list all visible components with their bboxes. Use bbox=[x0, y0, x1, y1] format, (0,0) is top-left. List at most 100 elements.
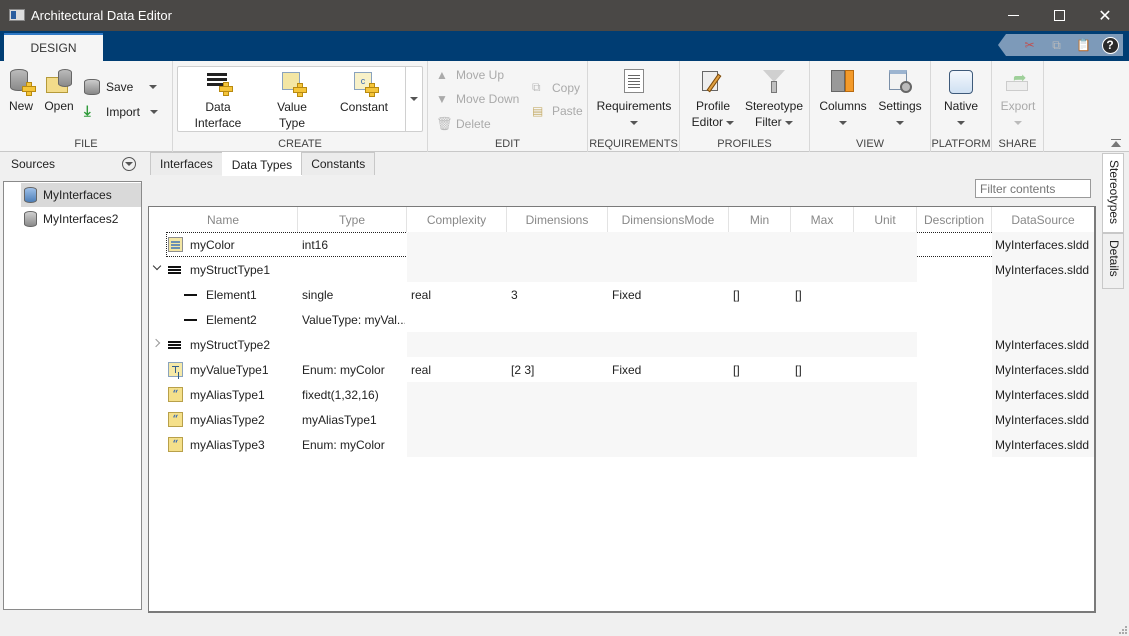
settings-button[interactable]: Settings bbox=[874, 69, 926, 130]
cell-complexity[interactable] bbox=[411, 407, 505, 432]
columns-button[interactable]: Columns bbox=[816, 69, 870, 130]
cell-max[interactable] bbox=[795, 232, 852, 257]
cell-data-source[interactable] bbox=[995, 282, 1094, 307]
cell-type[interactable]: Enum: myColor bbox=[302, 357, 405, 382]
cell-dimensions[interactable] bbox=[511, 332, 606, 357]
cell-complexity[interactable] bbox=[411, 382, 505, 407]
column-header-dimensionsmode[interactable]: DimensionsMode bbox=[608, 207, 729, 232]
delete-button[interactable]: 🗑 Delete bbox=[436, 116, 491, 132]
cell-data-source[interactable]: MyInterfaces.sldd bbox=[995, 407, 1094, 432]
cell-dimensions[interactable] bbox=[511, 432, 606, 457]
maximize-button[interactable] bbox=[1036, 0, 1082, 31]
cell-min[interactable]: [] bbox=[733, 282, 789, 307]
cell-description[interactable] bbox=[921, 432, 990, 457]
cell-complexity[interactable] bbox=[411, 332, 505, 357]
cut-button[interactable]: ✂ bbox=[1021, 36, 1039, 54]
cell-max[interactable]: [] bbox=[795, 282, 852, 307]
cell-dimensions[interactable] bbox=[511, 257, 606, 282]
export-button[interactable]: ➦ Export bbox=[996, 69, 1040, 130]
tab-interfaces[interactable]: Interfaces bbox=[150, 152, 223, 175]
tab-data-types[interactable]: Data Types bbox=[221, 152, 303, 176]
cell-dimensions[interactable]: 3 bbox=[511, 282, 606, 307]
copy-button[interactable]: ⧉ bbox=[1048, 36, 1066, 54]
cell-dimensions[interactable]: [2 3] bbox=[511, 357, 606, 382]
cell-dimensions[interactable] bbox=[511, 232, 606, 257]
cell-dimensions[interactable] bbox=[511, 307, 606, 332]
resize-grip[interactable] bbox=[1117, 624, 1127, 634]
cell-name[interactable]: myAliasType1 bbox=[190, 382, 299, 407]
cell-complexity[interactable] bbox=[411, 257, 505, 282]
cell-description[interactable] bbox=[921, 382, 990, 407]
cell-dimensions-mode[interactable] bbox=[612, 257, 727, 282]
save-dropdown-icon[interactable] bbox=[149, 85, 158, 89]
minimize-button[interactable] bbox=[990, 0, 1036, 31]
cell-name[interactable]: myValueType1 bbox=[190, 357, 299, 382]
import-button[interactable]: ⤓ Import bbox=[84, 103, 159, 120]
cell-unit[interactable] bbox=[858, 257, 915, 282]
column-header-datasource[interactable]: DataSource bbox=[992, 207, 1094, 232]
source-item[interactable]: MyInterfaces2 bbox=[21, 207, 141, 231]
cell-max[interactable] bbox=[795, 407, 852, 432]
cell-min[interactable] bbox=[733, 257, 789, 282]
chevron-right-icon[interactable] bbox=[153, 339, 161, 347]
column-header-name[interactable]: Name bbox=[149, 207, 298, 232]
cell-type[interactable]: int16 bbox=[302, 232, 405, 257]
cell-dimensions-mode[interactable] bbox=[612, 307, 727, 332]
cell-unit[interactable] bbox=[858, 357, 915, 382]
table-row[interactable]: myStructType2 MyInterfaces.sldd bbox=[149, 332, 1094, 357]
cell-type[interactable]: Enum: myColor bbox=[302, 432, 405, 457]
paste-button[interactable]: 📋 bbox=[1075, 36, 1093, 54]
cell-name[interactable]: myStructType2 bbox=[190, 332, 299, 357]
cell-name[interactable]: myAliasType3 bbox=[190, 432, 299, 457]
cell-unit[interactable] bbox=[858, 307, 915, 332]
move-up-button[interactable]: ▲ Move Up bbox=[436, 68, 504, 82]
table-row[interactable]: myValueType1 Enum: myColor real [2 3] Fixed[… bbox=[149, 357, 1094, 382]
cell-type[interactable]: myAliasType1 bbox=[302, 407, 405, 432]
move-down-button[interactable]: ▼ Move Down bbox=[436, 92, 519, 106]
table-row[interactable]: Element1 single real 3 Fixed[][] bbox=[149, 282, 1094, 307]
cell-type[interactable]: ValueType: myVal... bbox=[302, 307, 405, 332]
cell-data-source[interactable] bbox=[995, 307, 1094, 332]
cell-name[interactable]: myColor bbox=[190, 232, 299, 257]
cell-max[interactable] bbox=[795, 432, 852, 457]
open-button[interactable]: Open bbox=[42, 69, 76, 114]
cell-max[interactable]: [] bbox=[795, 357, 852, 382]
column-header-unit[interactable]: Unit bbox=[854, 207, 917, 232]
table-row[interactable]: “ myAliasType2 myAliasType1 MyInterfaces.sl… bbox=[149, 407, 1094, 432]
cell-dimensions-mode[interactable]: Fixed bbox=[612, 357, 727, 382]
column-header-type[interactable]: Type bbox=[298, 207, 407, 232]
paste-edit-button[interactable]: ▤ Paste bbox=[532, 104, 583, 118]
cell-complexity[interactable] bbox=[411, 232, 505, 257]
cell-complexity[interactable] bbox=[411, 307, 505, 332]
cell-type[interactable] bbox=[302, 332, 405, 357]
native-button[interactable]: Native bbox=[937, 69, 985, 130]
chevron-down-icon[interactable] bbox=[153, 264, 161, 272]
sources-options-icon[interactable] bbox=[122, 157, 136, 171]
cell-data-source[interactable]: MyInterfaces.sldd bbox=[995, 332, 1094, 357]
profile-editor-button[interactable]: Profile Editor bbox=[688, 69, 738, 130]
cell-min[interactable] bbox=[733, 232, 789, 257]
cell-complexity[interactable]: real bbox=[411, 282, 505, 307]
cell-description[interactable] bbox=[921, 407, 990, 432]
cell-max[interactable] bbox=[795, 307, 852, 332]
cell-type[interactable] bbox=[302, 257, 405, 282]
cell-data-source[interactable]: MyInterfaces.sldd bbox=[995, 357, 1094, 382]
cell-min[interactable] bbox=[733, 432, 789, 457]
cell-max[interactable] bbox=[795, 382, 852, 407]
cell-unit[interactable] bbox=[858, 432, 915, 457]
tab-design[interactable]: DESIGN bbox=[4, 33, 103, 61]
stereotype-filter-button[interactable]: Stereotype Filter bbox=[742, 69, 806, 130]
cell-name[interactable]: Element2 bbox=[206, 307, 299, 332]
copy-edit-button[interactable]: ⧉ Copy bbox=[532, 80, 580, 95]
cell-min[interactable] bbox=[733, 382, 789, 407]
constant-button[interactable]: c Constant bbox=[338, 70, 390, 115]
cell-data-source[interactable]: MyInterfaces.sldd bbox=[995, 432, 1094, 457]
table-row[interactable]: “ myAliasType1 fixedt(1,32,16) MyInterfaces… bbox=[149, 382, 1094, 407]
cell-min[interactable] bbox=[733, 332, 789, 357]
cell-data-source[interactable]: MyInterfaces.sldd bbox=[995, 382, 1094, 407]
cell-unit[interactable] bbox=[858, 232, 915, 257]
table-row[interactable]: myStructType1 MyInterfaces.sldd bbox=[149, 257, 1094, 282]
collapse-ribbon-icon[interactable] bbox=[1111, 139, 1121, 148]
cell-max[interactable] bbox=[795, 332, 852, 357]
import-dropdown-icon[interactable] bbox=[150, 109, 159, 114]
